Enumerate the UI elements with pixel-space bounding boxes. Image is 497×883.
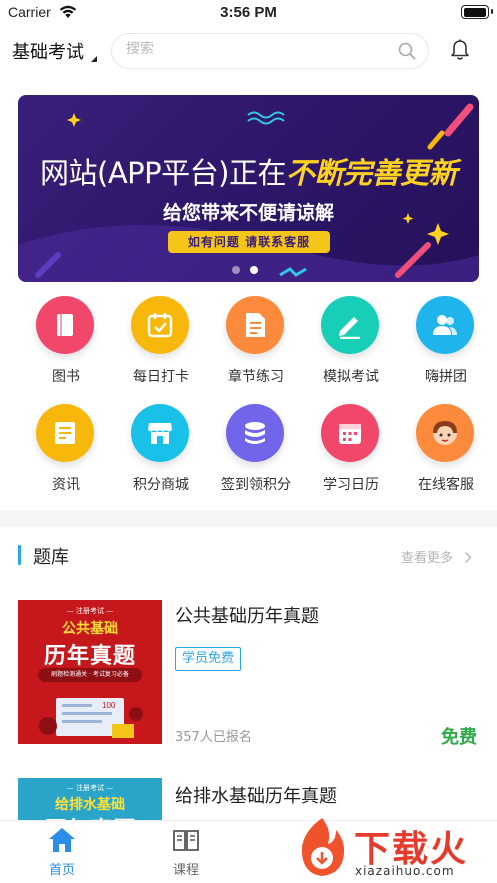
enrolled-count: 357人已报名 <box>175 730 252 745</box>
feature-grid-item[interactable]: 签到领积分 <box>208 398 304 498</box>
watermark-url: xiazaihuo.com <box>355 864 455 878</box>
dropdown-caret-icon[interactable] <box>91 56 97 62</box>
pencil-icon <box>321 296 379 354</box>
feature-grid-label: 嗨拼团 <box>425 369 467 385</box>
feature-grid-item[interactable]: 模拟考试 <box>303 290 399 390</box>
store-icon <box>131 404 189 462</box>
pagination-dot[interactable] <box>250 266 258 274</box>
feature-grid-item[interactable]: 积分商城 <box>113 398 209 498</box>
banner-pagination[interactable] <box>232 259 268 278</box>
cover-top-text: — 注册考试 — <box>66 784 114 792</box>
banner-headline-prefix: 网站(APP平台)正在 <box>40 156 286 190</box>
exam-type-selector[interactable]: 基础考试 <box>12 38 84 64</box>
support-agent-icon <box>416 404 474 462</box>
feature-grid-label: 签到领积分 <box>221 477 291 493</box>
feature-grid-label: 模拟考试 <box>323 369 379 385</box>
banner-headline-highlight: 不断完善更新 <box>285 156 458 190</box>
search-bar[interactable] <box>111 33 429 69</box>
banner-contact-tag: 如有问题 请联系客服 <box>168 231 330 253</box>
status-time: 3:56 PM <box>220 4 277 21</box>
section-separator <box>0 510 497 527</box>
card-title: 给排水基础历年真题 <box>175 786 337 807</box>
calendar-check-icon <box>131 296 189 354</box>
feature-grid-label: 积分商城 <box>133 477 189 493</box>
card-title: 公共基础历年真题 <box>175 606 319 627</box>
document-icon <box>226 296 284 354</box>
flame-logo-icon <box>301 818 345 876</box>
cover-title: 历年真题 <box>18 812 162 820</box>
feature-grid-label: 章节练习 <box>228 369 284 385</box>
calendar-icon <box>321 404 379 462</box>
cover-subject: 给排水基础 <box>55 797 125 813</box>
card-cover-image: — 注册考试 — 公共基础 历年真题 刷题检测通关 · 考试复习必备 100 <box>18 600 162 744</box>
svg-text:100: 100 <box>102 701 116 710</box>
feature-grid-label: 在线客服 <box>418 477 474 493</box>
cover-pill: 刷题检测通关 · 考试复习必备 <box>38 668 142 682</box>
feature-grid-label: 每日打卡 <box>133 369 189 385</box>
header: 基础考试 <box>0 30 497 74</box>
feature-grid-label: 资讯 <box>52 477 80 493</box>
feature-grid-item[interactable]: 嗨拼团 <box>398 290 494 390</box>
cover-subject: 公共基础 <box>62 621 118 637</box>
cover-title: 历年真题 <box>43 644 136 669</box>
promo-banner[interactable]: 网站(APP平台)正在不断完善更新 给您带来不便请谅解 如有问题 请联系客服 <box>18 95 479 282</box>
question-bank-card[interactable]: — 注册考试 — 公共基础 历年真题 刷题检测通关 · 考试复习必备 100 公… <box>18 600 479 748</box>
card-cover-image: — 注册考试 — 给排水基础 历年真题 <box>18 778 162 820</box>
status-bar: Carrier 3:56 PM <box>0 0 497 26</box>
book-open-icon <box>156 827 216 857</box>
battery-icon <box>461 5 493 19</box>
price-label: 免费 <box>441 727 477 748</box>
tab-label: 课程 <box>172 863 199 878</box>
watermark-logo: 下载火 xiazaihuo.com <box>292 812 492 882</box>
banner-headline: 网站(APP平台)正在不断完善更新 <box>18 150 479 192</box>
tab-home[interactable]: 首页 <box>32 827 92 878</box>
tab-label: 首页 <box>48 863 75 878</box>
news-icon <box>36 404 94 462</box>
feature-grid-item[interactable]: 章节练习 <box>208 290 304 390</box>
search-input[interactable] <box>126 41 386 57</box>
feature-grid-label: 图书 <box>52 369 80 385</box>
feature-grid-item[interactable]: 图书 <box>18 290 114 390</box>
feature-grid-item[interactable]: 学习日历 <box>303 398 399 498</box>
cover-illustration: 100 <box>39 698 143 738</box>
coins-icon <box>226 404 284 462</box>
member-free-badge: 学员免费 <box>175 647 242 671</box>
chevron-right-icon[interactable] <box>464 549 472 568</box>
tab-courses[interactable]: 课程 <box>156 827 216 878</box>
section-accent-bar <box>18 545 21 565</box>
pagination-dot[interactable] <box>232 266 240 274</box>
section-title: 题库 <box>33 547 69 568</box>
book-icon <box>36 296 94 354</box>
feature-grid-label: 学习日历 <box>323 477 379 493</box>
see-more-link[interactable]: 查看更多 <box>401 547 453 566</box>
banner-subtitle: 给您带来不便请谅解 <box>162 202 334 224</box>
notification-bell-icon[interactable] <box>450 39 470 65</box>
home-icon <box>32 827 92 857</box>
feature-grid-item[interactable]: 资讯 <box>18 398 114 498</box>
feature-grid-item[interactable]: 在线客服 <box>398 398 494 498</box>
group-icon <box>416 296 474 354</box>
feature-grid-item[interactable]: 每日打卡 <box>113 290 209 390</box>
battery-fill <box>463 7 486 17</box>
search-icon[interactable] <box>398 42 416 64</box>
cover-top-text: — 注册考试 — <box>66 607 114 615</box>
